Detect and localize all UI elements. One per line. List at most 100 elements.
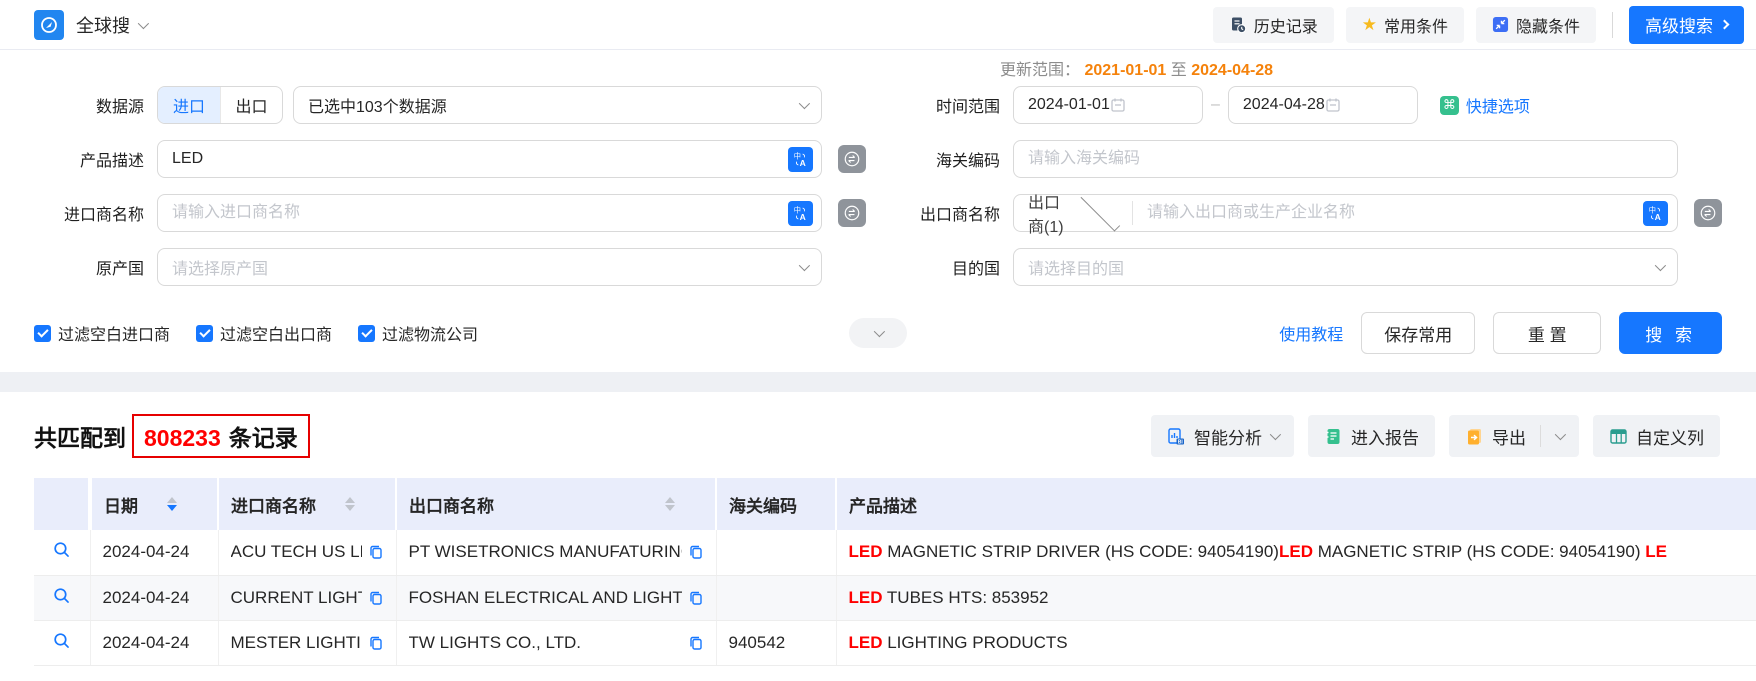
filter-blank-exporter-checkbox[interactable]: 过滤空白出口商 <box>196 321 332 345</box>
translate-icon[interactable]: 中A <box>1643 201 1668 226</box>
column-header: 产品描述 <box>836 478 1756 530</box>
chevron-down-icon <box>1555 429 1566 440</box>
time-range-row: 时间范围 2024-01-01 – 2024-04-28 <box>890 86 1722 124</box>
destination-country-select[interactable]: 请选择目的国 <box>1013 248 1678 286</box>
copy-icon[interactable] <box>368 544 384 560</box>
destination-country-row: 目的国 请选择目的国 <box>890 248 1722 286</box>
cell-importer: ACU TECH US LLC <box>218 530 396 575</box>
cell-product-desc: LED TUBES HTS: 853952 <box>836 575 1756 620</box>
copy-icon[interactable] <box>688 635 704 651</box>
app-logo-globe-icon <box>34 10 64 40</box>
product-desc-input[interactable] <box>157 140 822 178</box>
reset-button[interactable]: 重 置 <box>1493 312 1601 354</box>
data-source-select[interactable]: 已选中103个数据源 <box>293 86 822 124</box>
advanced-search-button[interactable]: 高级搜索 <box>1629 6 1744 44</box>
exporter-type-value: 出口商(1) <box>1028 189 1075 237</box>
column-header <box>34 478 90 530</box>
cell-exporter: FOSHAN ELECTRICAL AND LIGHTI <box>396 575 716 620</box>
checkbox-label: 过滤物流公司 <box>382 321 478 345</box>
table-row: 2024-04-24CURRENT LIGHTIN FOSHAN ELECTRI… <box>34 575 1756 620</box>
search-button[interactable]: 搜 索 <box>1619 312 1722 354</box>
report-notebook-icon <box>1324 427 1343 446</box>
hide-conditions-button[interactable]: 隐藏条件 <box>1476 7 1596 43</box>
advanced-search-label: 高级搜索 <box>1645 12 1713 37</box>
exporter-type-select[interactable]: 出口商(1) <box>1014 189 1132 237</box>
exact-match-toggle-icon[interactable] <box>1694 199 1722 227</box>
sort-control[interactable] <box>665 497 675 511</box>
match-count-value: 808233 <box>144 425 221 452</box>
history-button[interactable]: 历史记录 <box>1213 7 1334 43</box>
cell-hs-code: 940542 <box>716 620 836 665</box>
row-detail-search-icon[interactable] <box>52 586 71 605</box>
quick-options-link[interactable]: ⌘ 快捷选项 <box>1440 93 1530 117</box>
exporter-input[interactable] <box>1133 196 1677 230</box>
save-conditions-button[interactable]: 保存常用 <box>1361 312 1475 354</box>
favorite-conditions-button[interactable]: ★ 常用条件 <box>1346 7 1464 43</box>
table-header-row: 日期进口商名称出口商名称海关编码产品描述 <box>34 478 1756 530</box>
command-icon: ⌘ <box>1440 96 1459 115</box>
hs-code-input[interactable] <box>1013 140 1678 178</box>
tutorial-link[interactable]: 使用教程 <box>1279 321 1343 345</box>
cell-exporter: PT WISETRONICS MANUFATURING <box>396 530 716 575</box>
favorite-conditions-label: 常用条件 <box>1384 13 1448 37</box>
filter-blank-importer-checkbox[interactable]: 过滤空白进口商 <box>34 321 170 345</box>
company-name: PT WISETRONICS MANUFATURING <box>409 542 682 562</box>
sort-control[interactable] <box>167 497 177 511</box>
columns-grid-icon <box>1609 427 1628 446</box>
toggle-export[interactable]: 出口 <box>220 87 282 123</box>
expand-more-conditions-button[interactable] <box>849 318 907 348</box>
copy-icon[interactable] <box>368 635 384 651</box>
smart-analysis-button[interactable]: BI 智能分析 <box>1151 415 1294 457</box>
cell-importer: CURRENT LIGHTIN <box>218 575 396 620</box>
column-header-label: 海关编码 <box>729 492 823 517</box>
collapse-icon <box>1492 16 1509 33</box>
translate-icon[interactable]: 中A <box>788 147 813 172</box>
end-date-input[interactable]: 2024-04-28 <box>1228 86 1418 124</box>
table-row: 2024-04-24ACU TECH US LLC PT WISETRONICS… <box>34 530 1756 575</box>
toggle-import[interactable]: 进口 <box>158 87 220 123</box>
export-label: 导出 <box>1492 424 1526 449</box>
customize-columns-button[interactable]: 自定义列 <box>1593 415 1720 457</box>
checkbox-checked-icon <box>196 325 213 342</box>
row-detail-search-icon[interactable] <box>52 540 71 559</box>
importer-row: 进口商名称 中A <box>34 194 866 232</box>
app-switcher-chevron-down-icon[interactable] <box>138 17 149 28</box>
enter-report-label: 进入报告 <box>1351 424 1419 449</box>
row-detail-search-icon[interactable] <box>52 631 71 650</box>
copy-icon[interactable] <box>368 590 384 606</box>
update-range-end: 2024-04-28 <box>1191 62 1273 79</box>
chevron-down-icon <box>799 260 810 271</box>
enter-report-button[interactable]: 进入报告 <box>1308 415 1435 457</box>
origin-country-select[interactable]: 请选择原产国 <box>157 248 822 286</box>
star-icon: ★ <box>1362 16 1377 33</box>
column-header-label: 产品描述 <box>849 492 1744 517</box>
importer-label: 进口商名称 <box>34 201 144 225</box>
topbar-divider <box>1612 12 1613 38</box>
company-name: MESTER LIGHTING <box>231 633 362 653</box>
app-title: 全球搜 <box>76 12 130 38</box>
exact-match-toggle-icon[interactable] <box>838 199 866 227</box>
importer-input[interactable] <box>157 194 822 232</box>
export-button[interactable]: 导出 <box>1449 415 1579 457</box>
bi-analysis-icon: BI <box>1167 427 1186 446</box>
exact-match-toggle-icon[interactable] <box>838 145 866 173</box>
update-range-to: 至 <box>1171 62 1187 79</box>
cell-product-desc: LED LIGHTING PRODUCTS <box>836 620 1756 665</box>
chevron-down-icon <box>1655 260 1666 271</box>
sort-control[interactable] <box>345 497 355 511</box>
time-range-label: 时间范围 <box>890 93 1000 117</box>
start-date-input[interactable]: 2024-01-01 <box>1013 86 1203 124</box>
button-divider <box>1540 425 1541 447</box>
filter-actions-row: 过滤空白进口商 过滤空白出口商 过滤物流公司 使用教程 保存常用 重 置 搜 索 <box>34 312 1722 354</box>
copy-icon[interactable] <box>688 590 704 606</box>
results-panel: 共匹配到 808233 条记录 BI 智能分析 <box>0 392 1756 681</box>
update-range-start: 2021-01-01 <box>1084 62 1166 79</box>
filter-logistics-checkbox[interactable]: 过滤物流公司 <box>358 321 478 345</box>
cell-exporter: TW LIGHTS CO., LTD. <box>396 620 716 665</box>
results-table: 日期进口商名称出口商名称海关编码产品描述 2024-04-24ACU TECH … <box>34 478 1756 666</box>
translate-icon[interactable]: 中A <box>788 201 813 226</box>
column-header-label: 出口商名称 <box>409 492 665 517</box>
copy-icon[interactable] <box>688 544 704 560</box>
data-source-label: 数据源 <box>34 93 144 117</box>
origin-country-label: 原产国 <box>34 255 144 279</box>
